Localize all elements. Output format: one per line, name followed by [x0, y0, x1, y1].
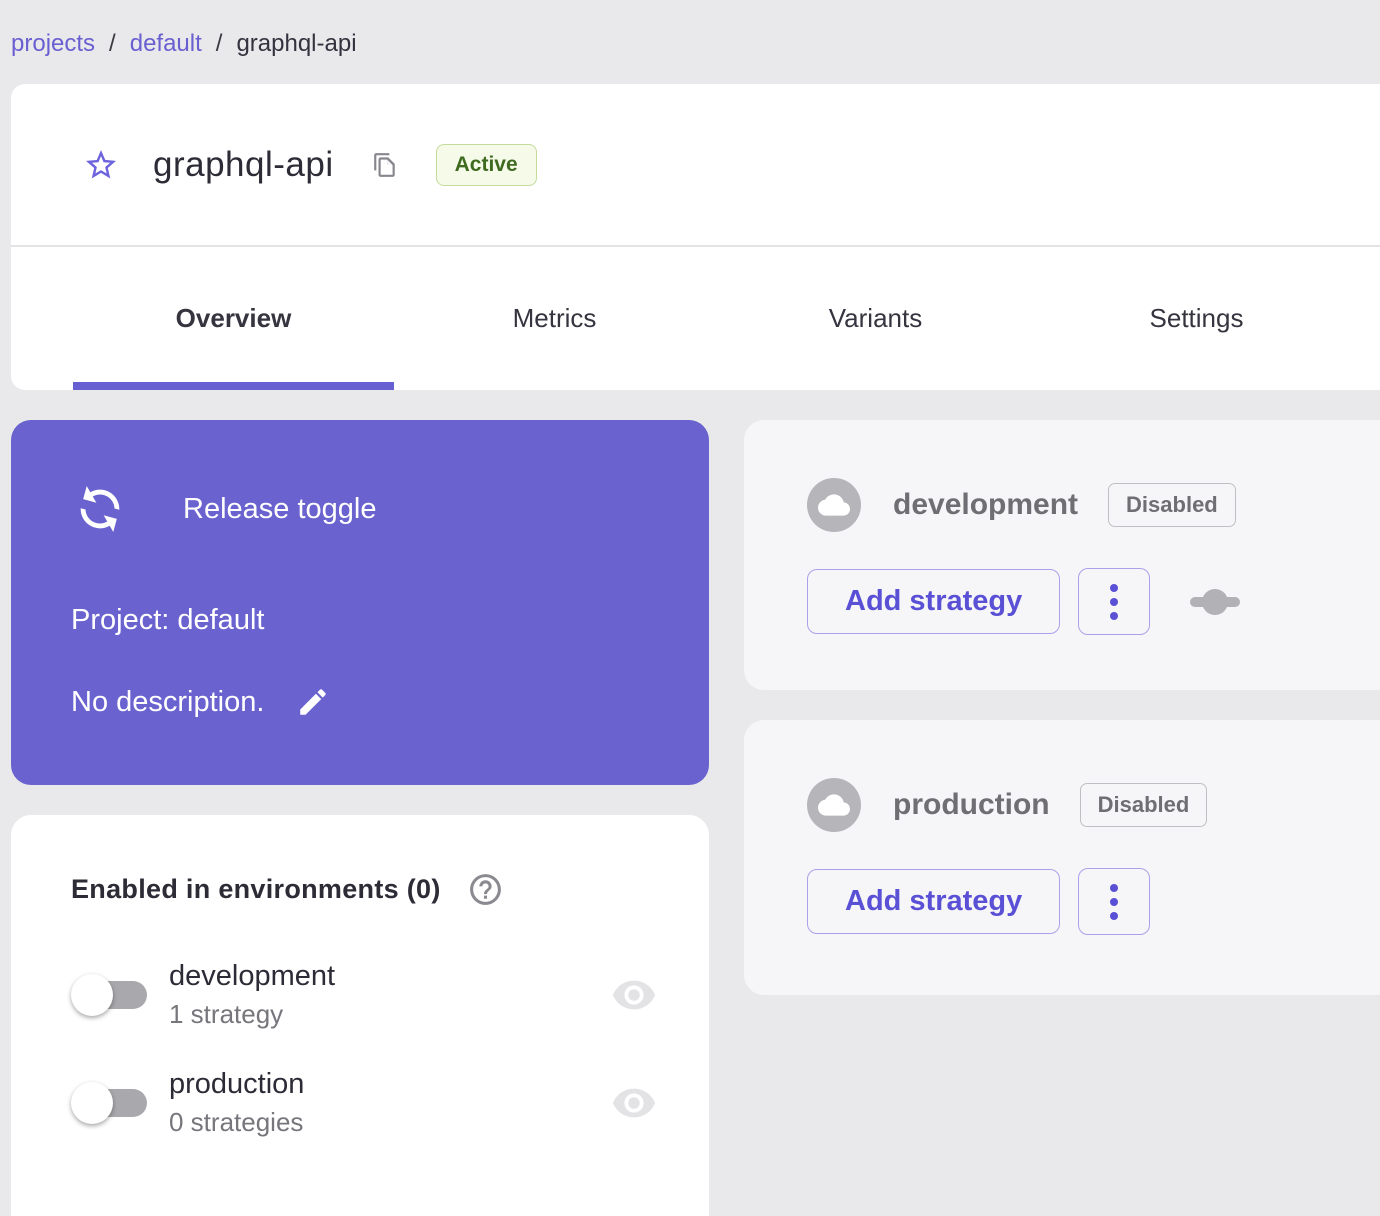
add-strategy-button[interactable]: Add strategy	[807, 869, 1061, 934]
environment-name: development	[169, 960, 336, 992]
copy-name-icon[interactable]	[372, 150, 398, 180]
environment-row-production: production 0 strategies	[71, 1068, 661, 1138]
tab-metrics[interactable]: Metrics	[394, 247, 715, 390]
add-strategy-button[interactable]: Add strategy	[807, 569, 1061, 634]
right-column: development Disabled Add strategy produc…	[744, 420, 1380, 1216]
environment-card-name: development	[893, 488, 1079, 521]
release-toggle-icon	[80, 485, 120, 533]
environment-more-menu-button[interactable]	[1078, 868, 1151, 935]
help-icon[interactable]	[467, 871, 504, 908]
environment-strategy-count: 1 strategy	[169, 999, 284, 1029]
breadcrumb-projects[interactable]: projects	[11, 30, 95, 58]
environment-row-development: development 1 strategy	[71, 960, 661, 1030]
environment-toggle-slider-icon[interactable]	[1184, 580, 1246, 624]
feature-tabs: Overview Metrics Variants Settings	[11, 247, 1380, 390]
description-text: No description.	[71, 685, 265, 718]
tab-variants[interactable]: Variants	[715, 247, 1036, 390]
left-column: Release toggle Project: default No descr…	[11, 420, 709, 1216]
environment-status-badge: Disabled	[1079, 783, 1208, 827]
main-content: Release toggle Project: default No descr…	[11, 420, 1380, 1216]
breadcrumb-default[interactable]: default	[130, 30, 202, 58]
environment-card-name: production	[893, 788, 1050, 821]
environment-name: production	[169, 1068, 305, 1100]
visibility-eye-icon[interactable]	[611, 1080, 657, 1126]
status-badge: Active	[435, 143, 537, 186]
active-tab-indicator	[73, 382, 394, 390]
toggle-type-label: Release toggle	[183, 492, 377, 525]
breadcrumb-separator: /	[109, 30, 116, 57]
feature-overview-card: Release toggle Project: default No descr…	[11, 420, 709, 785]
favorite-star-icon[interactable]	[83, 147, 119, 183]
enabled-environments-panel: Enabled in environments (0) development …	[11, 815, 709, 1216]
production-strategy-card: production Disabled Add strategy	[744, 720, 1380, 995]
breadcrumb: projects / default / graphql-api	[0, 0, 1380, 84]
environment-avatar	[807, 778, 861, 832]
environment-avatar	[807, 478, 861, 532]
environment-more-menu-button[interactable]	[1078, 568, 1151, 635]
breadcrumb-separator: /	[215, 30, 223, 57]
feature-title-row: graphql-api Active	[11, 84, 1380, 245]
breadcrumb-current: graphql-api	[236, 30, 357, 57]
development-strategy-card: development Disabled Add strategy	[744, 420, 1380, 690]
enabled-environments-title: Enabled in environments (0)	[71, 874, 441, 904]
edit-description-icon[interactable]	[296, 685, 330, 719]
tab-overview[interactable]: Overview	[73, 247, 394, 390]
tab-settings[interactable]: Settings	[1036, 247, 1357, 390]
environment-strategy-count: 0 strategies	[169, 1107, 304, 1137]
production-toggle-switch[interactable]	[71, 1080, 151, 1126]
development-toggle-switch[interactable]	[71, 972, 151, 1018]
project-label: Project: default	[71, 604, 265, 636]
visibility-eye-icon[interactable]	[611, 972, 657, 1018]
cloud-icon	[818, 494, 850, 516]
environment-status-badge: Disabled	[1108, 483, 1236, 527]
page-title: graphql-api	[153, 144, 334, 184]
feature-header-card: graphql-api Active Overview Metrics Vari…	[11, 84, 1380, 390]
cloud-icon	[818, 794, 850, 816]
